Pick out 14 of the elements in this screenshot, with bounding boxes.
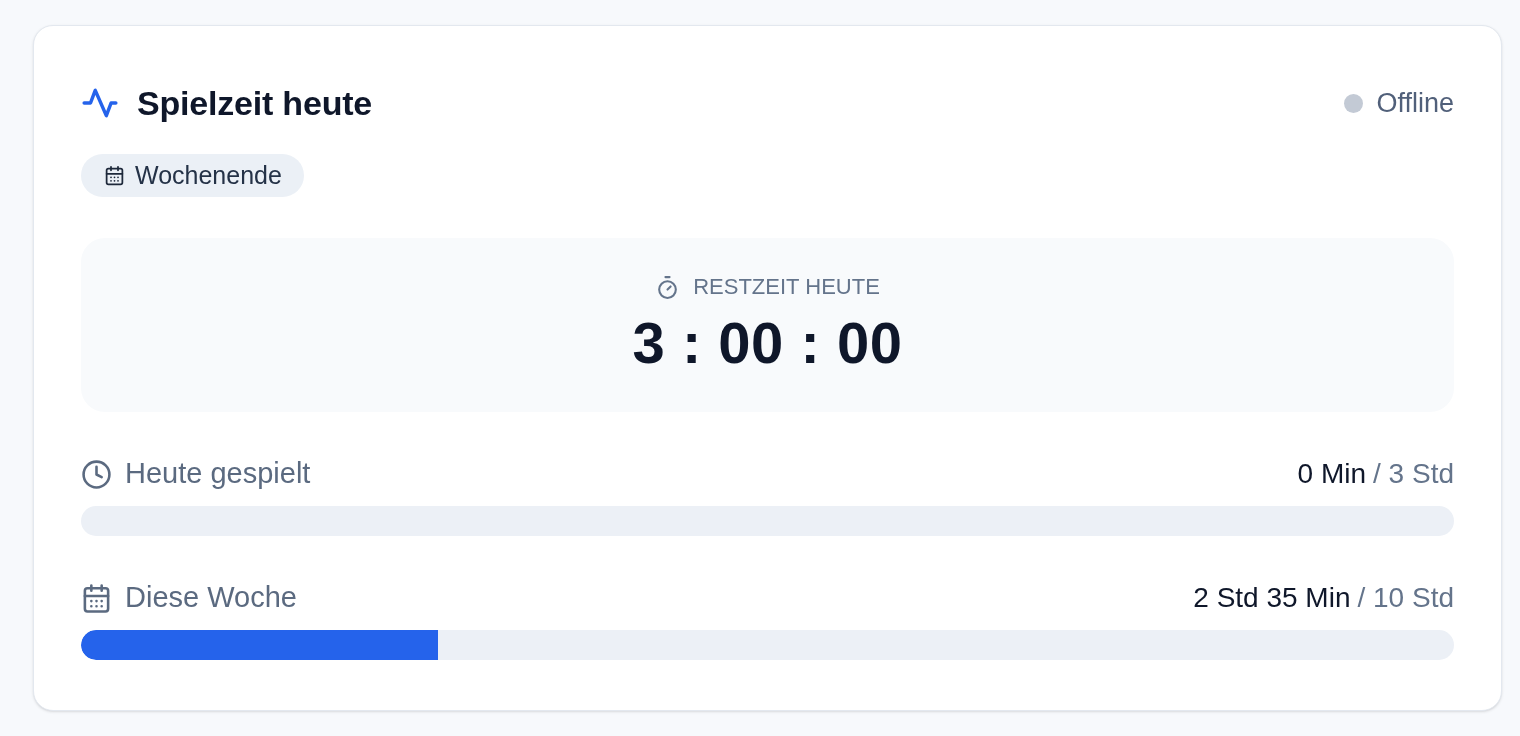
calendar-icon (104, 165, 125, 186)
meter-label: Diese Woche (125, 580, 297, 616)
time-limit: / 3 Std (1373, 457, 1454, 491)
status-label: Offline (1376, 86, 1454, 120)
clock-icon (81, 458, 112, 490)
card-title: Spielzeit heute (137, 82, 373, 124)
time-limit: / 10 Std (1357, 581, 1454, 615)
used-time: 2 Std 35 Min (1193, 581, 1351, 615)
meter-label: Heute gespielt (125, 456, 311, 492)
countdown-label: RESTZEIT HEUTE (693, 273, 880, 301)
used-time: 0 Min (1297, 457, 1367, 491)
badge-label: Wochenende (135, 159, 282, 191)
calendar-icon (81, 582, 112, 614)
countdown-value: 3 : 00 : 00 (632, 311, 903, 375)
